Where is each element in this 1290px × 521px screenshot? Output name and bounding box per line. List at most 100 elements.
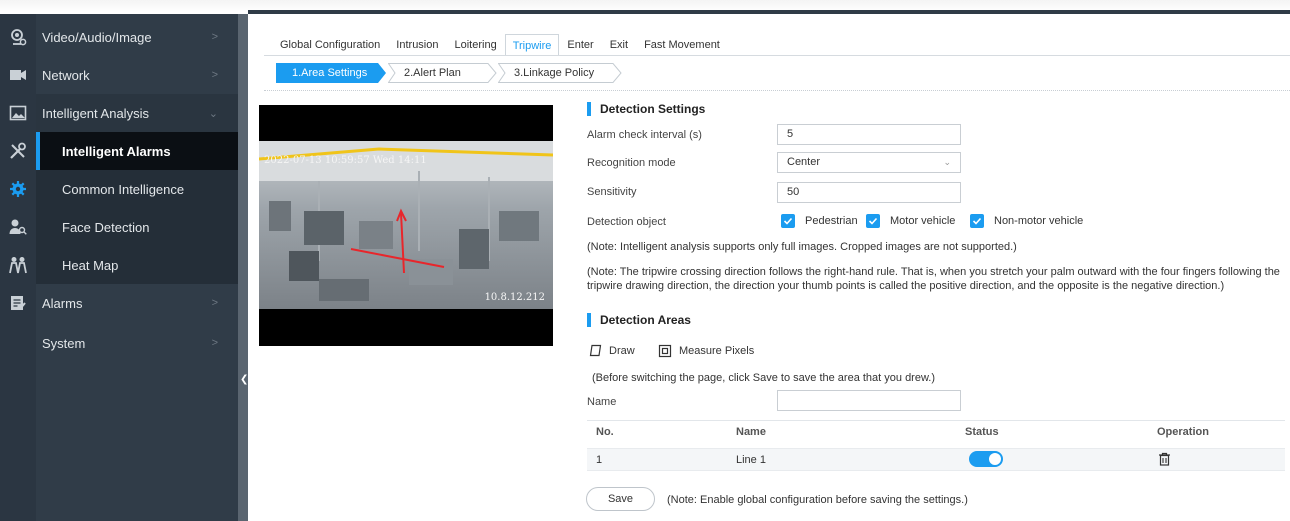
nav-heat-map[interactable]: Heat Map [36, 246, 238, 284]
draw-button[interactable]: Draw [589, 344, 635, 357]
draw-icon [589, 344, 602, 357]
table-row[interactable]: 1 Line 1 [587, 448, 1285, 471]
chevron-right-icon: > [211, 69, 218, 81]
tab-global-configuration[interactable]: Global Configuration [272, 34, 388, 56]
nav-system[interactable]: System > [36, 324, 238, 362]
tab-loitering[interactable]: Loitering [447, 34, 505, 56]
col-no: No. [596, 426, 614, 438]
note-right-hand-rule-2: tripwire drawing direction, the directio… [587, 280, 1225, 292]
measure-pixels-button[interactable]: Measure Pixels [658, 344, 754, 358]
nav-alarms[interactable]: Alarms > [36, 284, 238, 322]
save-note: (Note: Enable global configuration befor… [667, 494, 968, 506]
chevron-left-icon[interactable]: ❮ [240, 374, 248, 385]
checkbox-label: Non-motor vehicle [994, 215, 1084, 227]
tools-icon[interactable] [7, 140, 29, 162]
tab-intrusion[interactable]: Intrusion [388, 34, 446, 56]
detection-settings-title: Detection Settings [586, 102, 706, 116]
pedestrian-checkbox[interactable]: Pedestrian [781, 214, 858, 228]
sensitivity-input[interactable]: 50 [777, 182, 961, 203]
people-icon[interactable] [7, 254, 29, 276]
sidebar-collapse-handle[interactable] [238, 14, 248, 521]
checkbox-label: Motor vehicle [890, 215, 956, 227]
nav-label: System [42, 335, 86, 351]
note-right-hand-rule-1: (Note: The tripwire crossing direction f… [587, 266, 1280, 278]
alarm-interval-input[interactable]: 5 [777, 124, 961, 145]
video-timestamp: 2022-07-13 10:59:57 Wed 14:11 [264, 155, 427, 166]
nav-label: Common Intelligence [62, 181, 185, 197]
step-alert-plan[interactable]: 2.Alert Plan [388, 63, 498, 83]
chevron-right-icon: > [211, 337, 218, 349]
name-label: Name [587, 396, 617, 408]
table-header: No. Name Status Operation [587, 420, 1285, 444]
recognition-mode-value: Center [787, 156, 821, 168]
check-icon [866, 214, 880, 228]
nav-label: Network [42, 67, 90, 83]
delete-icon[interactable] [1158, 452, 1171, 469]
sensitivity-label: Sensitivity [587, 186, 637, 198]
checkbox-label: Pedestrian [805, 215, 858, 227]
step-label: 1.Area Settings [292, 67, 368, 79]
gear-icon[interactable] [7, 178, 29, 200]
motor-vehicle-checkbox[interactable]: Motor vehicle [866, 214, 955, 228]
nav-face-detection[interactable]: Face Detection [36, 208, 238, 246]
detection-object-label: Detection object [587, 216, 666, 228]
detection-areas-title: Detection Areas [587, 313, 691, 327]
nav-intelligent-analysis[interactable]: Intelligent Analysis ⌄ [36, 94, 238, 132]
tab-tripwire[interactable]: Tripwire [504, 34, 560, 56]
camera-gear-icon[interactable] [7, 26, 29, 48]
measure-icon [658, 344, 672, 358]
step-wizard: 1.Area Settings 2.Alert Plan 3.Linkage P… [276, 63, 623, 83]
nav-label: Video/Audio/Image [42, 29, 152, 45]
chevron-right-icon: > [211, 31, 218, 43]
tab-divider [264, 55, 1290, 56]
recognition-mode-label: Recognition mode [587, 157, 676, 169]
row-no: 1 [596, 454, 603, 466]
camera-scene [259, 141, 553, 309]
save-button[interactable]: Save [586, 487, 655, 511]
face-search-icon[interactable] [7, 216, 29, 238]
col-name: Name [736, 426, 766, 438]
check-icon [970, 214, 984, 228]
nav-common-intelligence[interactable]: Common Intelligence [36, 170, 238, 208]
chevron-down-icon: ⌄ [943, 157, 951, 167]
chevron-right-icon: > [211, 297, 218, 309]
measure-label: Measure Pixels [679, 345, 755, 357]
nav-label: Intelligent Analysis [42, 105, 149, 121]
non-motor-vehicle-checkbox[interactable]: Non-motor vehicle [970, 214, 1083, 228]
tab-enter[interactable]: Enter [559, 34, 601, 56]
col-operation: Operation [1157, 426, 1209, 438]
alarm-interval-label: Alarm check interval (s) [587, 129, 702, 141]
section-divider [264, 90, 1290, 91]
save-area-hint: (Before switching the page, click Save t… [592, 372, 936, 384]
network-icon[interactable] [7, 64, 29, 86]
nav-video-audio-image[interactable]: Video/Audio/Image > [36, 18, 238, 56]
note-full-images: (Note: Intelligent analysis supports onl… [587, 241, 1017, 253]
header-bar [248, 10, 1290, 14]
step-label: 2.Alert Plan [404, 67, 461, 79]
tab-fast-movement[interactable]: Fast Movement [636, 34, 728, 56]
nav-label: Heat Map [62, 257, 119, 273]
draw-label: Draw [609, 344, 635, 357]
alarm-log-icon[interactable] [7, 292, 29, 314]
chevron-down-icon: ⌄ [208, 107, 218, 120]
nav-label: Intelligent Alarms [62, 143, 171, 159]
video-preview[interactable]: 2022-07-13 10:59:57 Wed 14:11 10.8.12.21… [259, 105, 553, 346]
video-ip-overlay: 10.8.12.212 [484, 292, 545, 303]
step-area-settings[interactable]: 1.Area Settings [276, 63, 388, 83]
sidebar-nav: Video/Audio/Image > Network > Intelligen… [36, 14, 238, 521]
nav-intelligent-alarms[interactable]: Intelligent Alarms [36, 132, 238, 170]
step-label: 3.Linkage Policy [514, 67, 595, 79]
name-input[interactable] [777, 390, 961, 411]
config-tabs: Global Configuration Intrusion Loitering… [272, 34, 728, 56]
image-icon[interactable] [7, 102, 29, 124]
nav-label: Alarms [42, 295, 83, 311]
col-status: Status [965, 426, 999, 438]
nav-label: Face Detection [62, 219, 150, 235]
tab-exit[interactable]: Exit [602, 34, 636, 56]
scene-image [259, 141, 553, 301]
row-name: Line 1 [736, 454, 766, 466]
status-toggle[interactable] [969, 451, 1003, 467]
nav-network[interactable]: Network > [36, 56, 238, 94]
recognition-mode-select[interactable]: Center ⌄ [777, 152, 961, 173]
step-linkage-policy[interactable]: 3.Linkage Policy [498, 63, 623, 83]
